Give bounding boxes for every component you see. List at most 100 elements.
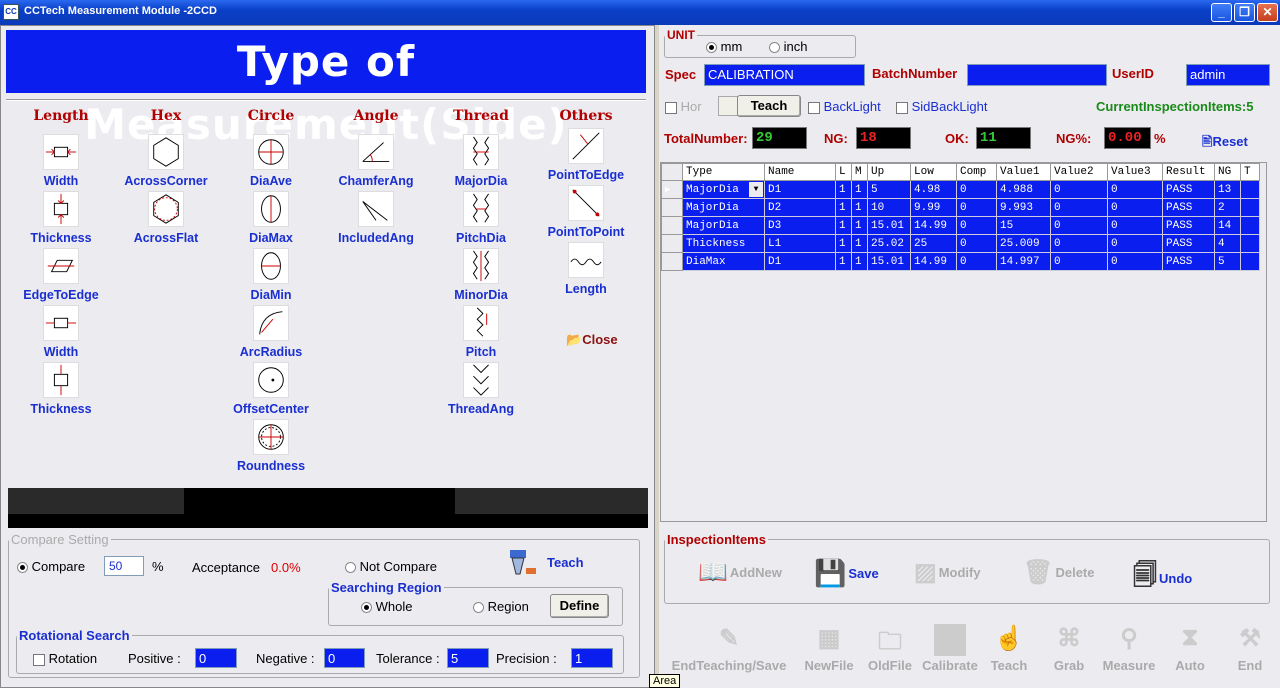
table-cell[interactable]: 25 <box>910 234 957 253</box>
table-cell[interactable]: 15.01 <box>867 216 911 235</box>
row-selector[interactable]: ▶ <box>661 180 683 199</box>
measure-across-flat[interactable]: AcrossFlat <box>111 191 221 245</box>
negative-input[interactable]: 0 <box>324 648 365 668</box>
table-cell[interactable]: MajorDia <box>682 216 765 235</box>
table-cell[interactable]: 1 <box>851 234 868 253</box>
new-file-button[interactable]: ▦ NewFile <box>800 624 858 673</box>
measure-arc-radius[interactable]: ArcRadius <box>216 305 326 359</box>
table-cell[interactable]: MajorDia ▼ <box>682 180 765 199</box>
batch-input[interactable] <box>967 64 1107 86</box>
add-new-button[interactable]: 📖 AddNew <box>698 558 782 587</box>
table-cell[interactable]: 0 <box>956 198 997 217</box>
mm-radio[interactable]: mm <box>706 39 742 54</box>
table-cell[interactable]: D2 <box>764 198 836 217</box>
calibrate-button[interactable]: Calibrate <box>920 624 980 673</box>
table-cell[interactable]: 0 <box>1107 180 1163 199</box>
table-cell[interactable]: 1 <box>851 216 868 235</box>
measure-pitch[interactable]: Pitch <box>426 305 536 359</box>
close-window-button[interactable]: ✕ <box>1257 3 1278 22</box>
whole-radio[interactable]: Whole <box>361 599 412 614</box>
table-cell[interactable] <box>1240 216 1260 235</box>
end-button[interactable]: ⚒ End <box>1230 624 1270 673</box>
table-cell[interactable]: 14 <box>1214 216 1241 235</box>
table-cell[interactable]: PASS <box>1162 234 1215 253</box>
end-teaching-save-button[interactable]: ✎ EndTeaching/Save <box>666 624 792 673</box>
hor-checkbox[interactable]: Hor <box>665 99 702 114</box>
table-cell[interactable]: 0 <box>1107 234 1163 253</box>
region-radio[interactable]: Region <box>473 599 529 614</box>
table-cell[interactable]: 0 <box>1050 198 1108 217</box>
sidbacklight-checkbox[interactable]: SidBackLight <box>896 99 988 114</box>
col-header[interactable]: Comp <box>956 163 997 181</box>
table-cell[interactable]: Thickness <box>682 234 765 253</box>
table-cell[interactable]: 1 <box>851 198 868 217</box>
table-cell[interactable]: 4.98 <box>910 180 957 199</box>
table-cell[interactable]: 0 <box>956 252 997 271</box>
measure-thread-ang[interactable]: ThreadAng <box>426 362 536 416</box>
measure-width-2[interactable]: Width <box>6 305 116 359</box>
table-cell[interactable]: PASS <box>1162 180 1215 199</box>
old-file-button[interactable]: 🗀 OldFile <box>864 624 916 673</box>
col-header[interactable]: L <box>835 163 852 181</box>
table-cell[interactable]: 5 <box>1214 252 1241 271</box>
measure-point-to-point[interactable]: PointToPoint <box>531 185 641 239</box>
table-cell[interactable]: 1 <box>835 198 852 217</box>
split-icon[interactable] <box>718 96 738 116</box>
table-cell[interactable] <box>1240 234 1260 253</box>
table-cell[interactable]: 0 <box>956 234 997 253</box>
measure-chamfer-ang[interactable]: ChamferAng <box>321 134 431 188</box>
measure-button[interactable]: ⚲ Measure <box>1100 624 1158 673</box>
col-header[interactable]: Name <box>764 163 836 181</box>
table-cell[interactable]: 25.009 <box>996 234 1051 253</box>
table-cell[interactable]: 1 <box>835 234 852 253</box>
col-header[interactable]: M <box>851 163 868 181</box>
table-cell[interactable]: 1 <box>835 180 852 199</box>
table-cell[interactable]: 0 <box>1050 252 1108 271</box>
table-cell[interactable]: 0 <box>1050 216 1108 235</box>
col-header[interactable]: Type <box>682 163 765 181</box>
table-cell[interactable]: 14.99 <box>910 252 957 271</box>
teach-button[interactable]: Teach <box>737 95 801 117</box>
backlight-checkbox[interactable]: BackLight <box>808 99 881 114</box>
modify-button[interactable]: ▨ Modify <box>914 558 981 587</box>
measure-included-ang[interactable]: IncludedAng <box>321 191 431 245</box>
table-row[interactable]: ▶ MajorDia ▼ D1 1 1 5 4.98 0 4.988 0 0 PASS 13 <box>661 180 1260 199</box>
measure-thickness-2[interactable]: Thickness <box>6 362 116 416</box>
table-cell[interactable]: 13 <box>1214 180 1241 199</box>
col-header[interactable]: T <box>1240 163 1260 181</box>
table-cell[interactable] <box>1240 180 1260 199</box>
row-selector[interactable] <box>661 216 683 235</box>
row-selector[interactable] <box>661 198 683 217</box>
table-cell[interactable]: 1 <box>851 180 868 199</box>
table-cell[interactable]: 0 <box>1050 234 1108 253</box>
table-cell[interactable]: D3 <box>764 216 836 235</box>
table-cell[interactable]: D1 <box>764 180 836 199</box>
table-cell[interactable]: 4 <box>1214 234 1241 253</box>
minimize-button[interactable]: _ <box>1211 3 1232 22</box>
row-selector[interactable] <box>661 234 683 253</box>
measure-edge-to-edge[interactable]: EdgeToEdge <box>6 248 116 302</box>
spec-input[interactable]: CALIBRATION <box>704 64 865 86</box>
close-button[interactable]: 📂Close <box>566 332 618 348</box>
measure-minor-dia[interactable]: MinorDia <box>426 248 536 302</box>
table-cell[interactable]: 0 <box>956 180 997 199</box>
col-header[interactable]: Value2 <box>1050 163 1108 181</box>
table-cell[interactable]: 9.99 <box>910 198 957 217</box>
table-cell[interactable]: PASS <box>1162 252 1215 271</box>
undo-button[interactable]: 🗐 Undo <box>1133 558 1192 599</box>
measure-length[interactable]: Length <box>531 242 641 296</box>
dropdown-arrow-icon[interactable]: ▼ <box>749 182 763 197</box>
table-cell[interactable]: 15 <box>996 216 1051 235</box>
table-cell[interactable]: 10 <box>867 198 911 217</box>
teach-label[interactable]: Teach <box>547 555 584 570</box>
inch-radio[interactable]: inch <box>769 39 807 54</box>
measure-major-dia[interactable]: MajorDia <box>426 134 536 188</box>
measure-pitch-dia[interactable]: PitchDia <box>426 191 536 245</box>
table-cell[interactable] <box>1240 198 1260 217</box>
col-header[interactable]: Value3 <box>1107 163 1163 181</box>
row-selector[interactable] <box>661 252 683 271</box>
table-cell[interactable]: D1 <box>764 252 836 271</box>
measure-dia-max[interactable]: DiaMax <box>216 191 326 245</box>
positive-input[interactable]: 0 <box>195 648 237 668</box>
table-cell[interactable]: 0 <box>1107 252 1163 271</box>
